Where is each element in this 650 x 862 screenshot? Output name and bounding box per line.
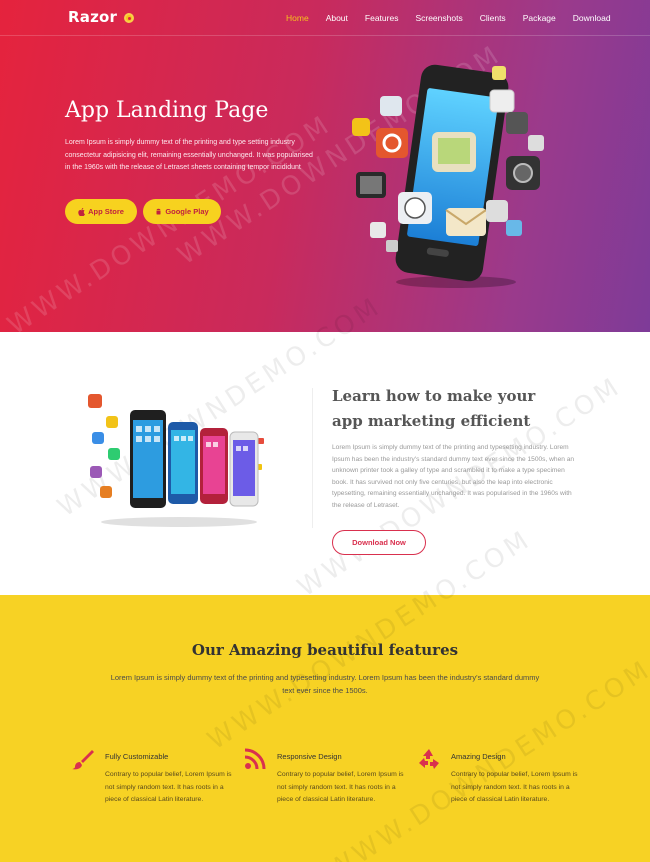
hero-description: Lorem Ipsum is simply dummy text of the … [65, 139, 313, 171]
app-store-button[interactable]: App Store [65, 199, 137, 224]
navbar: Razor Home About Features Screenshots Cl… [0, 0, 650, 36]
logo-mark-icon [124, 13, 134, 23]
nav-clients[interactable]: Clients [480, 13, 506, 23]
rss-icon [244, 748, 266, 770]
nav-download[interactable]: Download [573, 13, 611, 23]
features-title: Our Amazing beautiful features [191, 641, 459, 659]
feature-description: Contrary to popular belief, Lorem Ipsum … [277, 771, 404, 803]
hero-section: WWW.DOWNDEMO.COM WWW.DOWNDEMO.COM Razor … [0, 0, 650, 332]
nav-package[interactable]: Package [523, 13, 556, 23]
nav-home[interactable]: Home [286, 13, 309, 23]
feature-title: Amazing Design [451, 752, 506, 761]
feature-title: Fully Customizable [105, 752, 169, 761]
apple-icon [78, 207, 85, 216]
marketing-section: WWW.DOWNDEMO.COM WWW.DOWNDEMO.COM Learn [0, 291, 650, 603]
google-play-label: Google Play [165, 207, 209, 216]
logo[interactable]: Razor [68, 8, 117, 26]
hero-title: App Landing Page [65, 98, 269, 123]
feature-title: Responsive Design [277, 752, 342, 761]
recycle-icon [419, 749, 439, 769]
marketing-title: Learn how to make your app marketing eff… [332, 387, 536, 430]
download-now-button[interactable]: Download Now [332, 530, 426, 555]
google-play-button[interactable]: Google Play [143, 199, 221, 224]
features-subtitle: Lorem Ipsum is simply dummy text of the … [110, 673, 540, 695]
main-nav: Home About Features Screenshots Clients … [286, 13, 628, 23]
features-section: WWW.DOWNDEMO.COM WWW.DOWNDEMO.COM Our Am… [0, 524, 650, 862]
feature-description: Contrary to popular belief, Lorem Ipsum … [451, 771, 578, 803]
nav-screenshots[interactable]: Screenshots [415, 13, 462, 23]
app-store-label: App Store [88, 207, 124, 216]
nav-features[interactable]: Features [365, 13, 399, 23]
marketing-description: Lorem Ipsum is simply dummy text of the … [332, 444, 575, 509]
nav-about[interactable]: About [326, 13, 348, 23]
android-icon [156, 208, 161, 214]
divider [312, 388, 313, 528]
brush-icon [72, 750, 94, 770]
smartphones-illustration [88, 394, 264, 527]
feature-description: Contrary to popular belief, Lorem Ipsum … [105, 771, 232, 803]
phone-apps-illustration [352, 64, 544, 288]
